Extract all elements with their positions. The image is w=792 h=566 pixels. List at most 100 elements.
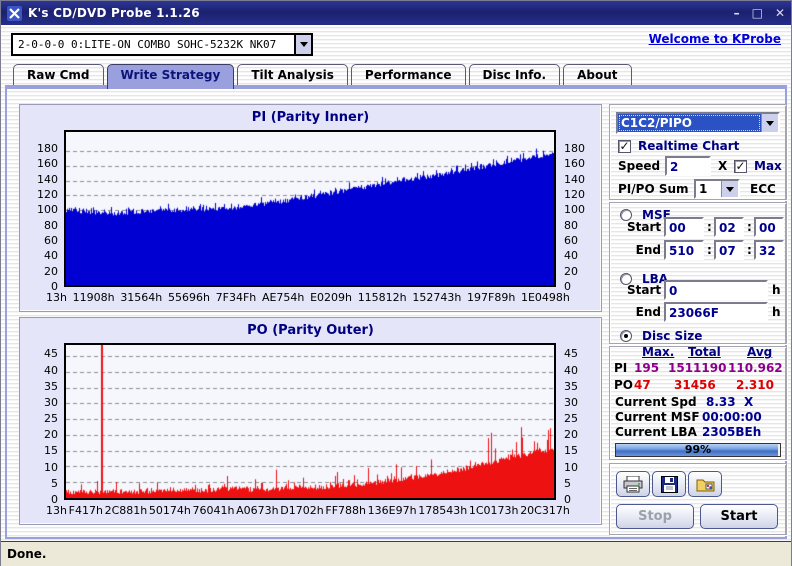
lba-start-input[interactable]: 0 [664,280,768,300]
start-button[interactable]: Start [700,504,778,529]
stats-header-avg: Avg [747,345,773,359]
y-tick-label: 45 [44,347,58,361]
save-button[interactable] [652,471,686,497]
pipo-sum-value: 1 [699,182,708,196]
close-button[interactable]: ✕ [775,6,785,20]
print-button[interactable] [616,471,650,497]
po-chart-title: PO (Parity Outer) [247,323,374,338]
y-tick-label: 60 [564,234,578,248]
save-image-button[interactable] [688,471,722,497]
realtime-chart-label: Realtime Chart [638,139,740,153]
tab-disc-info[interactable]: Disc Info. [468,64,561,85]
current-spd-unit: X [744,395,754,409]
x-tick-label: 7F34Fh [215,291,257,304]
y-tick-label: 180 [564,142,585,156]
pi-x-axis: 13h 11908h 31564h 55696h 7F34Fh AE754h E0209h 1… [46,291,570,304]
po-y-axis-right: 0 5 10 15 20 25 30 35 40 45 [560,343,600,506]
y-tick-label: 140 [564,172,585,186]
drive-select[interactable]: 2-0-0-0 0:LITE-ON COMBO SOHC-5232K NK07 [11,33,313,56]
msf-start-sec-input[interactable]: 02 [714,217,744,237]
x-tick-label: D1702h [280,504,324,517]
pi-parity-inner-canvas [66,132,554,285]
max-speed-checkbox[interactable]: ✓ [734,159,747,173]
y-tick-label: 5 [564,476,571,490]
mode-select-arrow[interactable] [761,114,778,132]
y-tick-label: 20 [44,264,58,278]
msf-start-frame-input[interactable]: 00 [754,217,784,237]
y-tick-label: 40 [44,363,58,377]
x-tick-label: 115812h [357,291,407,304]
y-tick-label: 40 [564,363,578,377]
po-chart-plot [64,343,556,500]
po-row-label: PO [614,378,633,392]
y-tick-label: 15 [564,444,578,458]
pipo-sum-arrow[interactable] [721,181,738,197]
x-tick-label: F417h [68,504,103,517]
stats-header-max: Max. [642,345,675,359]
pi-y-axis-right: 0 20 40 60 80 100 120 140 160 180 [560,130,600,293]
msf-end-frame-input[interactable]: 32 [754,240,784,260]
mode-select[interactable]: C1C2/PIPO [616,112,780,134]
speed-label: Speed [618,159,661,173]
tab-about[interactable]: About [563,64,632,85]
tab-performance[interactable]: Performance [350,64,466,85]
status-text: Done. [7,547,47,561]
x-tick-label: 76041h [192,504,235,517]
disc-size-radio[interactable] [620,330,632,342]
y-tick-label: 40 [564,249,578,263]
chevron-down-icon [726,186,734,192]
x-tick-label: 20C317h [520,504,570,517]
msf-start-label: Start [627,220,662,234]
drive-select-value: 2-0-0-0 0:LITE-ON COMBO SOHC-5232K NK07 [18,38,277,51]
stop-button[interactable]: Stop [616,504,694,529]
pi-row-label: PI [614,361,628,375]
y-tick-label: 120 [564,188,585,202]
app-icon [7,5,22,21]
lba-end-label: End [635,305,661,319]
x-tick-label: 1C0173h [468,504,519,517]
printer-icon [623,475,643,492]
app-window: K's CD/DVD Probe 1.1.26 – □ ✕ 2-0-0-0 0:… [0,0,792,566]
pi-total-value: 1511190 [668,361,727,375]
x-tick-label: 2C881h [104,504,148,517]
y-tick-label: 160 [37,157,58,171]
x-tick-label: 55696h [167,291,210,304]
tab-raw-cmd[interactable]: Raw Cmd [13,64,104,85]
lba-end-input[interactable]: 23066F [664,302,768,322]
welcome-link[interactable]: Welcome to KProbe [649,32,781,46]
colon-separator: : [707,220,712,234]
y-tick-label: 180 [37,142,58,156]
actions-group: Stop Start [609,463,787,535]
y-tick-label: 40 [44,249,58,263]
y-tick-label: 80 [44,218,58,232]
y-tick-label: 25 [564,412,578,426]
check-icon: ✓ [735,159,746,173]
check-icon: ✓ [619,139,630,153]
msf-start-min-input[interactable]: 00 [664,217,704,237]
window-controls: – □ ✕ [734,6,785,20]
pipo-sum-select[interactable]: 1 [694,179,740,199]
msf-end-min-input[interactable]: 510 [664,240,704,260]
msf-end-label: End [635,243,661,257]
window-title: K's CD/DVD Probe 1.1.26 [28,6,200,20]
speed-input[interactable]: 2 [665,156,711,176]
y-tick-label: 120 [37,188,58,202]
minimize-button[interactable]: – [734,6,740,20]
current-msf-label: Current MSF [615,410,700,424]
realtime-chart-checkbox[interactable]: ✓ [618,139,631,153]
msf-end-sec-input[interactable]: 07 [714,240,744,260]
x-tick-label: 31564h [120,291,163,304]
pi-avg-value: 110.962 [728,361,783,375]
stats-group: Max. Total Avg PI 195 1511190 110.962 PO… [609,345,787,460]
tab-tilt-analysis[interactable]: Tilt Analysis [237,64,348,85]
drive-select-arrow[interactable] [294,35,311,54]
speed-unit-label: X [718,159,728,173]
y-tick-label: 10 [44,460,58,474]
y-tick-label: 160 [564,157,585,171]
x-tick-label: 13h [46,504,67,517]
range-group: MSF Start 00 : 02 : 00 End 510 : 07 : 32… [609,202,787,344]
maximize-button[interactable]: □ [752,6,763,20]
current-msf-value: 00:00:00 [702,410,762,424]
tab-write-strategy[interactable]: Write Strategy [106,64,235,89]
scan-options-group: C1C2/PIPO ✓ Realtime Chart Speed 2 X ✓ M… [609,104,787,200]
